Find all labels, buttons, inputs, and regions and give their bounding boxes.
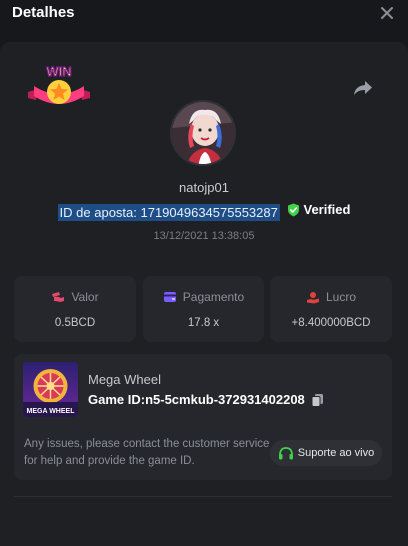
win-badge-text: WIN <box>46 64 71 79</box>
divider <box>14 496 392 497</box>
stat-value-valor: 0.5BCD <box>54 317 96 329</box>
game-id: Game ID:n5-5cmkub-372931402208 <box>88 392 305 407</box>
verified-badge: Verified <box>287 202 350 217</box>
dialog-header: Detalhes <box>0 0 408 30</box>
verified-shield-icon <box>288 203 300 216</box>
dialog-title: Detalhes <box>12 4 75 21</box>
support-message: Any issues, please contact the customer … <box>24 438 270 467</box>
game-thumb-text: MEGA WHEEL <box>27 408 76 415</box>
stat-value-lucro: +8.400000BCD <box>291 317 371 329</box>
headset-icon <box>278 446 293 459</box>
live-support-button[interactable]: Suporte ao vivo <box>270 440 382 466</box>
game-id-row: Game ID:n5-5cmkub-372931402208 <box>88 392 324 407</box>
stat-label-lucro: Lucro <box>325 290 357 304</box>
stat-label-pagamento: Pagamento <box>182 290 245 304</box>
bet-timestamp: 13/12/2021 13:38:05 <box>153 230 255 242</box>
wallet-icon <box>163 292 176 302</box>
profit-icon <box>306 291 319 303</box>
close-icon[interactable] <box>378 4 396 22</box>
share-icon[interactable] <box>352 78 374 98</box>
win-badge-icon: WIN <box>28 63 90 104</box>
game-card: MEGA WHEEL Mega Wheel Game ID:n5-5cmkub-… <box>14 354 392 480</box>
copy-icon[interactable] <box>311 393 324 407</box>
game-thumbnail[interactable]: MEGA WHEEL <box>23 362 78 417</box>
game-name: Mega Wheel <box>88 372 161 387</box>
stat-label-valor: Valor <box>71 290 99 304</box>
wager-icon <box>52 292 65 302</box>
stat-card-valor: Valor 0.5BCD <box>14 276 136 342</box>
bet-id-row: ID de aposta: 1719049634575553287 Verifi… <box>0 202 408 221</box>
stat-value-pagamento: 17.8 x <box>187 317 220 329</box>
bet-id-text[interactable]: ID de aposta: 1719049634575553287 <box>57 203 280 221</box>
live-support-label: Suporte ao vivo <box>297 447 375 459</box>
verified-label: Verified <box>303 202 351 217</box>
stat-card-lucro: Lucro +8.400000BCD <box>270 276 392 342</box>
username: natojp01 <box>179 180 229 195</box>
user-avatar <box>170 100 236 166</box>
stat-card-pagamento: Pagamento 17.8 x <box>143 276 264 342</box>
